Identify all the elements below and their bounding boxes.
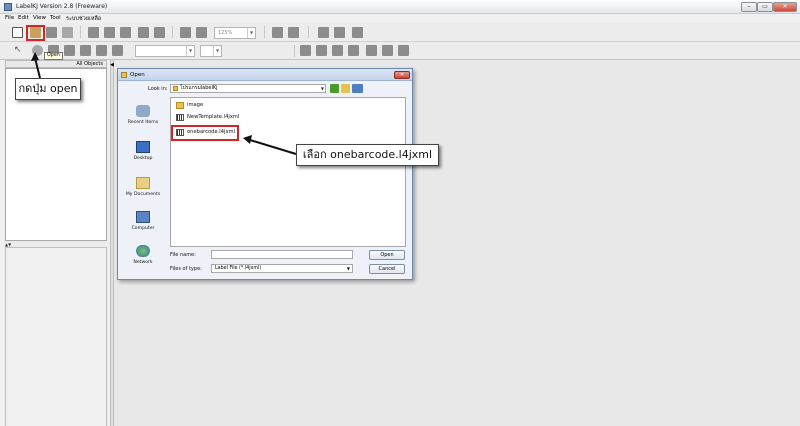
- arrow-head-icon: [243, 135, 252, 144]
- callout-select-file: เลือก onebarcode.l4jxml: [296, 144, 439, 166]
- annotation-arrows: [31, 52, 297, 155]
- arrow-to-open-button: [34, 57, 41, 79]
- arrow-to-file: [249, 139, 297, 155]
- callout-press-open: กดปุ่ม open: [15, 78, 81, 100]
- arrow-head-icon: [31, 52, 39, 61]
